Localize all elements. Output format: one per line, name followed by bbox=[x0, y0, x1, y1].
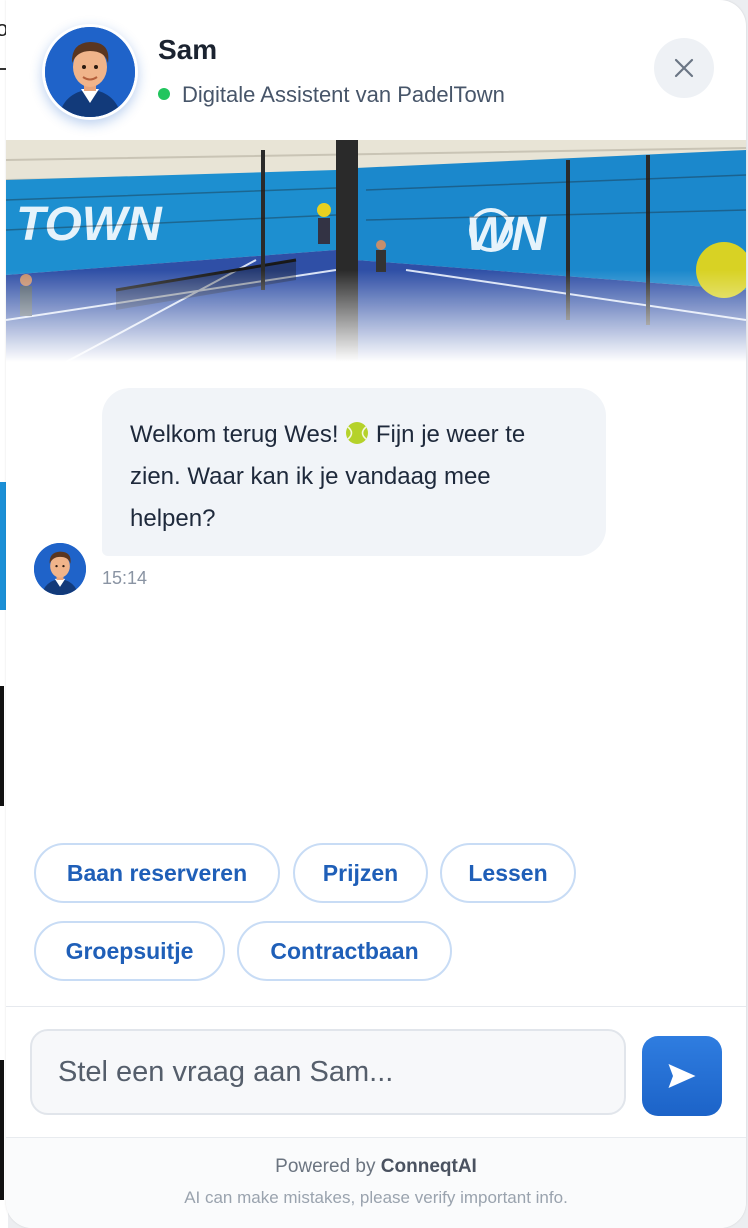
background-dark-element bbox=[0, 686, 4, 806]
quick-reply-baan-reserveren[interactable]: Baan reserveren bbox=[34, 843, 280, 903]
powered-by: Powered by ConneqtAI bbox=[6, 1156, 746, 1178]
agent-name: Sam bbox=[158, 34, 218, 65]
avatar-illustration bbox=[45, 27, 135, 117]
close-button[interactable] bbox=[654, 38, 714, 98]
widget-footer: Powered by ConneqtAI AI can make mistake… bbox=[6, 1137, 746, 1228]
message-avatar bbox=[34, 543, 86, 595]
chat-widget: Sam Digitale Assistent van PadelTown TOW… bbox=[6, 0, 746, 1228]
agent-subtitle: Digitale Assistent van PadelTown bbox=[182, 82, 505, 107]
message-input[interactable]: Stel een vraag aan Sam... bbox=[30, 1029, 626, 1115]
ai-disclaimer: AI can make mistakes, please verify impo… bbox=[184, 1188, 568, 1207]
quick-reply-contractbaan[interactable]: Contractbaan bbox=[237, 921, 452, 981]
powered-by-prefix: Powered by bbox=[275, 1156, 376, 1177]
powered-by-brand[interactable]: ConneqtAI bbox=[381, 1156, 477, 1177]
send-icon bbox=[668, 1064, 696, 1088]
agent-avatar bbox=[42, 24, 138, 120]
send-button[interactable] bbox=[642, 1036, 722, 1116]
banner-fade bbox=[6, 270, 746, 362]
tennis-ball-icon bbox=[346, 422, 369, 444]
message-input-placeholder: Stel een vraag aan Sam... bbox=[58, 1055, 394, 1088]
quick-reply-groepsuitje[interactable]: Groepsuitje bbox=[34, 921, 225, 981]
message-timestamp: 15:14 bbox=[102, 568, 148, 588]
quick-reply-prijzen[interactable]: Prijzen bbox=[293, 843, 428, 903]
online-status-dot bbox=[158, 88, 170, 100]
assistant-message-bubble: Welkom terug Wes! Fijn je weer te zien. … bbox=[102, 388, 606, 556]
chat-header: Sam Digitale Assistent van PadelTown bbox=[6, 0, 746, 140]
padel-court-banner: TOWN WN bbox=[6, 140, 746, 362]
quick-reply-lessen[interactable]: Lessen bbox=[440, 843, 576, 903]
avatar-illustration-small bbox=[34, 543, 86, 595]
close-icon bbox=[674, 58, 694, 78]
background-dark-element-2 bbox=[0, 1060, 4, 1200]
message-text-start: Welkom terug Wes! bbox=[130, 421, 346, 448]
composer-divider bbox=[6, 1006, 746, 1007]
